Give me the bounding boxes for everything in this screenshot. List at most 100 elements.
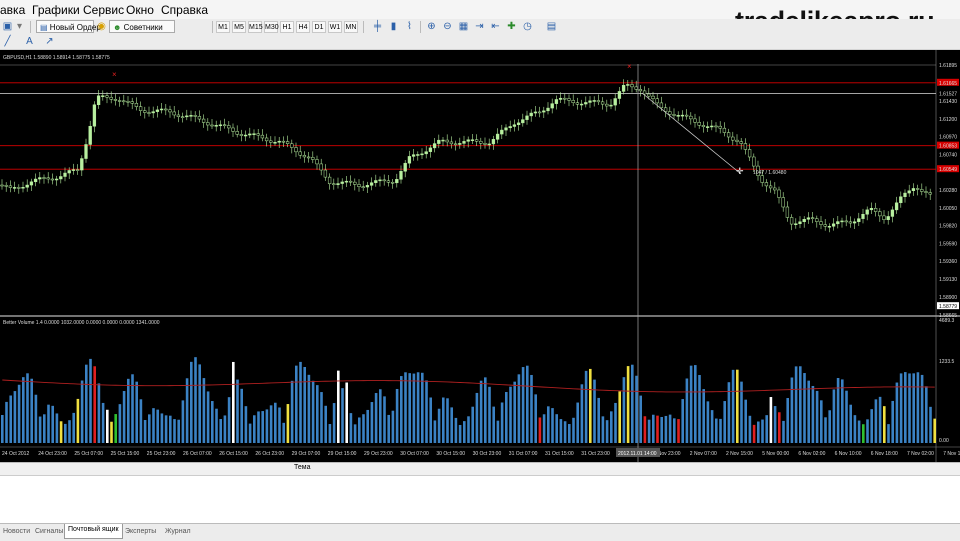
volume-bar [849, 404, 852, 443]
line-tool-icon[interactable]: ╱ [2, 36, 13, 47]
tab-news[interactable]: Новости [0, 526, 33, 538]
volume-bar [626, 366, 630, 443]
bar-chart-icon[interactable]: ╪ [372, 21, 383, 32]
tf-m15[interactable]: M15 [248, 21, 263, 33]
tab-mailbox[interactable]: Почтовый ящик [64, 524, 123, 539]
candle-body [873, 208, 878, 212]
candle-body [504, 127, 508, 131]
volume-bar [173, 419, 176, 443]
time-axis-label: 29 Oct 07:00 [292, 451, 321, 457]
volume-bar [656, 415, 659, 443]
candle-body [521, 119, 525, 124]
candle-body [537, 111, 542, 114]
candle-chart-icon[interactable]: ▮ [388, 21, 399, 32]
tab-experts[interactable]: Эксперты [122, 526, 159, 538]
arrows-tool-icon[interactable]: ↗ [44, 36, 55, 47]
tf-mn[interactable]: MN [344, 21, 358, 33]
tf-d1[interactable]: D1 [312, 21, 326, 33]
zoom-out-icon[interactable]: ⊖ [442, 21, 453, 32]
volume-bar [30, 378, 33, 443]
price-axis-label: 1.60970 [939, 135, 957, 141]
candle-body [789, 217, 794, 225]
candle-body [743, 143, 748, 150]
candle-body [651, 95, 655, 100]
indicators-icon[interactable]: ✚ [506, 21, 517, 32]
menu-item-window[interactable]: Окно [126, 3, 154, 17]
menu-item-service[interactable]: Сервис [83, 3, 124, 17]
candle-body [248, 133, 252, 136]
text-tool-icon[interactable]: A [24, 36, 35, 47]
tab-signals[interactable]: Сигналы [32, 526, 66, 538]
candle-body [369, 182, 374, 186]
price-axis-label: 1.60050 [939, 206, 957, 212]
volume-bar [883, 406, 886, 443]
order-icon: ▤ [40, 23, 48, 32]
candle-body [626, 84, 630, 86]
price-axis-label: 1.61665 [939, 81, 957, 87]
candle-body [353, 181, 357, 185]
volume-bar [114, 414, 117, 443]
candle-body [143, 110, 147, 113]
menu-item-charts[interactable]: Графики [32, 3, 80, 17]
candle-body [361, 186, 365, 188]
menu-item-help[interactable]: Справка [161, 3, 208, 17]
tf-m30[interactable]: M30 [264, 21, 279, 33]
candle-body [33, 178, 38, 183]
column-subject[interactable]: Тема [294, 464, 310, 471]
volume-bar [530, 374, 533, 443]
volume-bar [744, 399, 747, 443]
templates-icon[interactable]: ▤ [546, 21, 557, 32]
candle-body [806, 217, 811, 220]
time-axis-label: 2 Nov 15:00 [726, 451, 753, 457]
candle-body [638, 89, 643, 92]
candle-body [164, 108, 168, 111]
time-axis-label: 31 Oct 15:00 [545, 451, 574, 457]
periods-icon[interactable]: ◷ [522, 21, 533, 32]
zoom-in-icon[interactable]: ⊕ [426, 21, 437, 32]
terminal-header: Тема [0, 463, 960, 476]
candle-body [155, 109, 160, 112]
chart-area[interactable]: GBPUSD,H1 1.58890 1.58914 1.58775 1.5877… [0, 50, 960, 462]
volume-bar [668, 414, 672, 443]
crosshair-icon: ✛ [736, 166, 744, 176]
candle-body [348, 180, 353, 183]
candle-body [672, 114, 676, 116]
tf-w1[interactable]: W1 [328, 21, 342, 33]
crosshair-label: 1047 / 1.60480 [753, 170, 787, 176]
new-order-button[interactable]: ▤ Новый Ордер [36, 20, 101, 33]
volume-bar [274, 402, 277, 443]
autoscroll-icon[interactable]: ⇥ [474, 21, 485, 32]
candle-body [777, 189, 781, 198]
candle-body [218, 124, 223, 127]
volume-bar [559, 419, 563, 443]
volume-bar [916, 372, 920, 443]
volume-bar [135, 381, 138, 443]
volume-bar [547, 406, 550, 443]
candle-body [269, 140, 273, 143]
volume-bar [160, 413, 164, 443]
tf-m1[interactable]: M1 [216, 21, 230, 33]
tab-journal[interactable]: Журнал [162, 526, 194, 538]
candle-body [84, 144, 88, 159]
candle-body [810, 217, 815, 219]
candle-body [907, 190, 911, 194]
tf-h4[interactable]: H4 [296, 21, 310, 33]
tf-h1[interactable]: H1 [280, 21, 294, 33]
price-axis-label: 1.61527 [939, 91, 957, 97]
profiles-icon[interactable]: ▾ [14, 21, 25, 32]
metaeditor-icon[interactable]: ◉ [96, 21, 107, 32]
new-chart-icon[interactable]: ▣ [2, 21, 13, 32]
tile-windows-icon[interactable]: ▦ [458, 21, 469, 32]
candle-body [42, 177, 46, 179]
level-marker-top-icon[interactable]: × [627, 62, 632, 71]
advisors-button[interactable]: ☻ Советники [109, 20, 175, 33]
volume-bar [904, 372, 907, 443]
level-marker-left-icon[interactable]: × [112, 70, 117, 79]
volume-bar [845, 390, 848, 443]
line-chart-icon[interactable]: ⌇ [404, 21, 415, 32]
volume-bar [190, 361, 193, 443]
chart-shift-icon[interactable]: ⇤ [490, 21, 501, 32]
menu-item-view[interactable]: авка [0, 3, 25, 17]
tf-m5[interactable]: M5 [232, 21, 246, 33]
volume-bar [211, 401, 214, 443]
